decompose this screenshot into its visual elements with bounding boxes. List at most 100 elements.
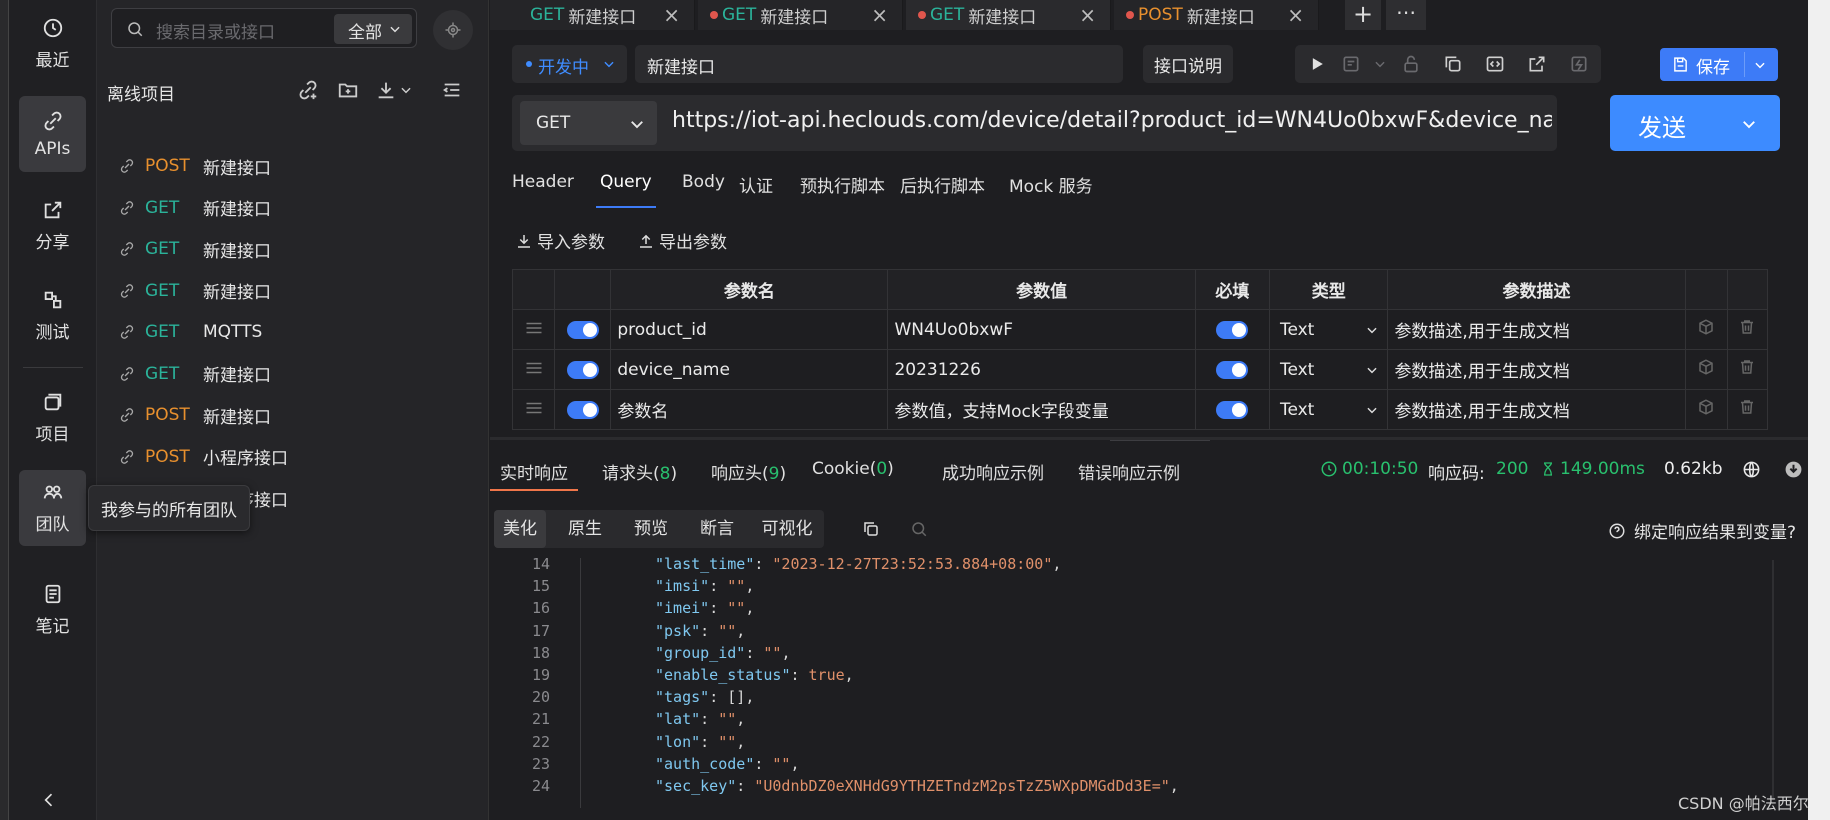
code-icon[interactable] (1485, 54, 1505, 74)
cube-icon[interactable] (1684, 389, 1728, 430)
request-tab[interactable]: 认证 (739, 172, 773, 197)
param-value-cell[interactable]: WN4Uo0bxwF (887, 309, 1196, 350)
tree-item[interactable]: GET 新建接口 (119, 188, 271, 228)
response-view-tab[interactable]: 美化 (494, 510, 546, 548)
param-required-toggle[interactable] (1194, 389, 1270, 430)
param-enable-toggle[interactable] (554, 309, 612, 350)
tree-item[interactable]: POST 新建接口 (119, 146, 271, 186)
param-value-cell[interactable]: 20231226 (887, 349, 1196, 390)
tree-item[interactable]: GET 新建接口 (119, 354, 271, 394)
save-button[interactable]: 保存 (1660, 48, 1778, 81)
tree-item[interactable]: GET 新建接口 (119, 271, 271, 311)
run-icon[interactable] (1307, 54, 1327, 74)
tab-request[interactable]: GET 新建接口 × (490, 0, 695, 30)
rail-item-notes[interactable]: 笔记 (19, 572, 86, 648)
param-desc-cell[interactable]: 参数描述,用于生成文档 (1387, 389, 1686, 430)
response-view-tab[interactable]: 断言 (688, 510, 746, 548)
tree-item[interactable]: GET 新建接口 (119, 229, 271, 269)
close-icon[interactable]: × (871, 3, 888, 27)
request-tab[interactable]: Mock 服务 (1009, 172, 1093, 197)
import-params-button[interactable]: 导入参数 (515, 228, 605, 253)
param-desc-cell[interactable]: 参数描述,用于生成文档 (1387, 309, 1686, 350)
export-params-button[interactable]: 导出参数 (637, 228, 727, 253)
env-select[interactable]: 开发中 (512, 45, 627, 83)
delete-icon[interactable] (1726, 349, 1769, 390)
mock-icon[interactable] (1569, 54, 1589, 74)
param-type-select[interactable]: Text (1268, 309, 1389, 350)
drag-handle-icon[interactable] (511, 309, 556, 350)
response-tab[interactable]: 错误响应示例 (1078, 459, 1180, 484)
more-tabs-button[interactable]: ⋯ (1386, 0, 1426, 30)
send-button[interactable]: 发送 (1610, 95, 1780, 151)
delete-icon[interactable] (1726, 309, 1769, 350)
search-box[interactable]: 搜索目录或接口 全部 (111, 8, 417, 48)
tree-item[interactable]: POST 小程序接口 (119, 437, 288, 477)
tree-item[interactable]: GET MQTTS (119, 312, 262, 352)
pane-divider[interactable] (490, 437, 1808, 440)
tab-request[interactable]: POST 新建接口 × (1114, 0, 1319, 30)
cube-icon[interactable] (1684, 309, 1728, 350)
method-select[interactable]: GET (520, 101, 657, 145)
chevron-down-icon[interactable] (1753, 58, 1767, 72)
globe-icon[interactable] (1742, 460, 1761, 479)
response-tab[interactable]: 成功响应示例 (942, 459, 1044, 484)
lock-icon[interactable] (1401, 54, 1421, 74)
param-name-cell[interactable]: device_name (610, 349, 889, 390)
response-tab[interactable]: 响应头(9) (711, 459, 786, 484)
response-tab[interactable]: 请求头(8) (602, 459, 677, 484)
chevron-down-icon[interactable] (1373, 54, 1387, 74)
collapse-tree-icon[interactable] (441, 79, 463, 101)
request-tab[interactable]: 预执行脚本 (800, 172, 885, 197)
close-icon[interactable]: × (1287, 3, 1304, 27)
locate-button[interactable] (433, 10, 473, 50)
copy-icon[interactable] (1443, 54, 1463, 74)
new-api-icon[interactable] (297, 79, 319, 101)
tab-request[interactable]: GET 新建接口 × (906, 0, 1111, 30)
tree-item[interactable]: POST 新建接口 (119, 395, 271, 435)
param-required-toggle[interactable] (1194, 309, 1270, 350)
code-scrollbar[interactable] (1772, 560, 1774, 800)
rail-item-share[interactable]: 分享 (19, 188, 86, 264)
chevron-down-icon[interactable] (399, 79, 413, 101)
search-icon[interactable] (910, 520, 928, 538)
response-view-tab[interactable]: 可视化 (754, 510, 820, 548)
param-desc-cell[interactable]: 参数描述,用于生成文档 (1387, 349, 1686, 390)
rail-item-project[interactable]: 项目 (19, 380, 86, 456)
rail-item-test[interactable]: 测试 (19, 278, 86, 354)
new-folder-icon[interactable] (337, 79, 359, 101)
response-view-tab[interactable]: 预览 (622, 510, 680, 548)
response-tab[interactable]: Cookie(0) (812, 459, 894, 479)
download-response-icon[interactable] (1784, 460, 1803, 479)
param-required-toggle[interactable] (1194, 349, 1270, 390)
request-tab[interactable]: 后执行脚本 (900, 172, 985, 197)
param-type-select[interactable]: Text (1268, 349, 1389, 390)
drag-handle-icon[interactable] (511, 389, 556, 430)
response-view-tab[interactable]: 原生 (556, 510, 614, 548)
chevron-down-icon[interactable] (1740, 115, 1758, 133)
cube-icon[interactable] (1684, 349, 1728, 390)
param-type-select[interactable]: Text (1268, 389, 1389, 430)
chevron-left-icon[interactable] (39, 790, 59, 810)
copy-icon[interactable] (862, 520, 880, 538)
response-tab[interactable]: 实时响应 (490, 459, 578, 491)
api-doc-button[interactable]: 接口说明 (1143, 45, 1233, 83)
rail-item-team[interactable]: 团队 (19, 470, 86, 546)
search-input[interactable]: 搜索目录或接口 (156, 18, 275, 43)
doc-view-icon[interactable] (1341, 54, 1361, 74)
param-name-cell[interactable]: 参数名 (610, 389, 889, 430)
param-enable-toggle[interactable] (554, 389, 612, 430)
request-tab[interactable]: Header (512, 172, 574, 192)
param-value-cell[interactable]: 参数值，支持Mock字段变量 (887, 389, 1196, 430)
add-tab-button[interactable]: + (1345, 0, 1381, 30)
url-input[interactable]: https://iot-api.heclouds.com/device/deta… (672, 108, 1552, 138)
import-icon[interactable] (375, 79, 397, 101)
request-tab[interactable]: Query (596, 172, 656, 208)
rail-item-apis[interactable]: APIs (19, 96, 86, 172)
rail-item-recent[interactable]: 最近 (19, 6, 86, 82)
drag-handle-icon[interactable] (511, 349, 556, 390)
share-icon[interactable] (1527, 54, 1547, 74)
tab-request[interactable]: GET 新建接口 × (698, 0, 903, 30)
bind-result-link[interactable]: 绑定响应结果到变量? (1608, 518, 1796, 543)
param-name-cell[interactable]: product_id (610, 309, 889, 350)
param-enable-toggle[interactable] (554, 349, 612, 390)
